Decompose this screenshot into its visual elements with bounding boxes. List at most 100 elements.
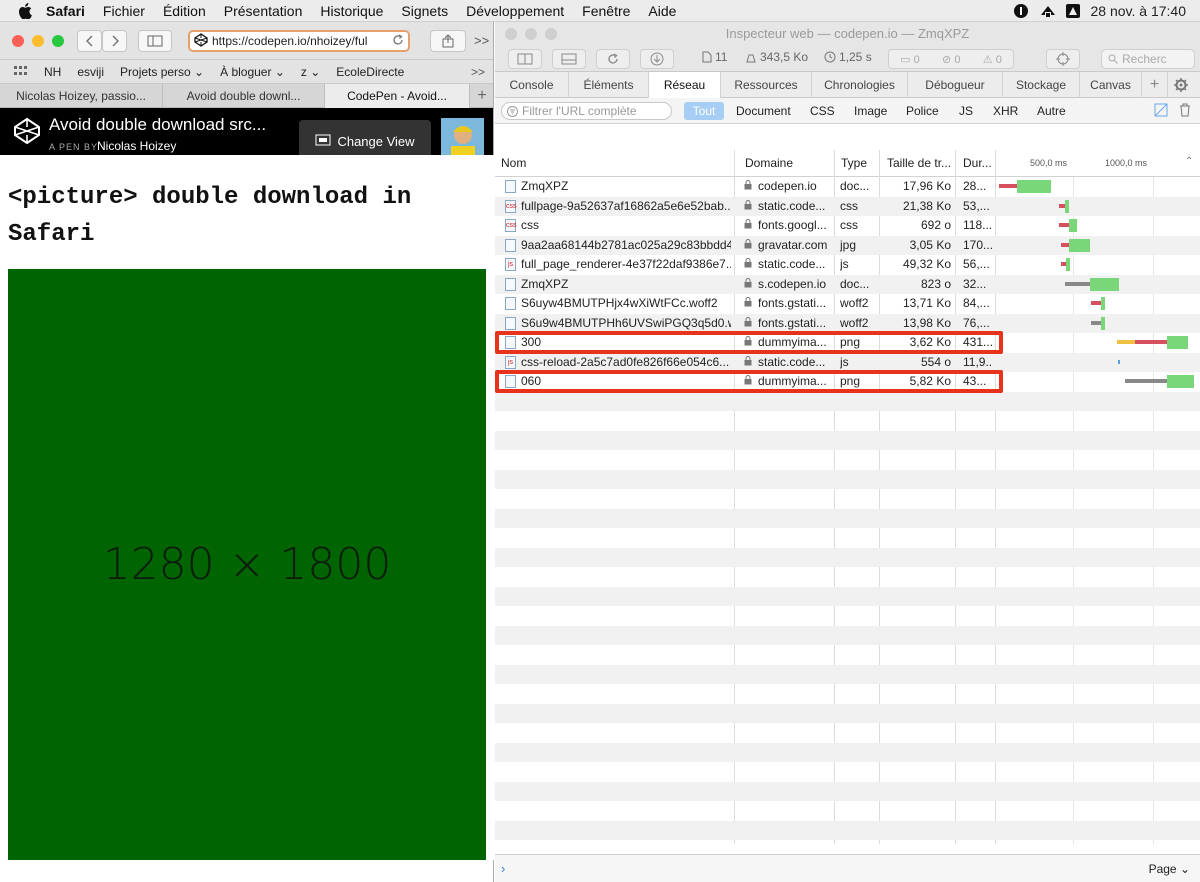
request-domain: static.code...	[744, 255, 832, 275]
placeholder-image: 1280 × 1800	[8, 269, 486, 860]
table-row[interactable]: S6uyw4BMUTPHjx4wXiWtFCc.woff2 fonts.gstat…	[495, 294, 1200, 314]
bookmark-projets-perso[interactable]: Projets perso ⌄	[120, 65, 204, 79]
console-prompt-icon[interactable]: ›	[501, 861, 505, 876]
tab-resources[interactable]: Ressources	[721, 72, 812, 98]
menu-historique[interactable]: Historique	[320, 3, 383, 19]
column-type[interactable]: Type	[835, 150, 880, 177]
column-domain[interactable]: Domaine	[739, 150, 835, 177]
forward-button[interactable]	[102, 30, 127, 52]
tab-storage[interactable]: Stockage	[1003, 72, 1080, 98]
empty-row	[495, 508, 1200, 528]
codepen-logo-icon[interactable]	[13, 117, 41, 148]
menu-fichier[interactable]: Fichier	[103, 3, 145, 19]
waterfall-bar	[1090, 277, 1119, 291]
tab-avoid-double[interactable]: Avoid double downl...	[163, 84, 325, 108]
vpn-icon[interactable]	[1039, 3, 1055, 19]
clear-trash-icon[interactable]	[1179, 103, 1191, 120]
dock-side-icon[interactable]	[508, 49, 542, 69]
filter-document[interactable]: Document	[730, 102, 797, 120]
menu-fenetre[interactable]: Fenêtre	[582, 3, 630, 19]
settings-gear-icon[interactable]	[1168, 72, 1194, 98]
bookmark-z[interactable]: z ⌄	[301, 65, 320, 79]
new-tab-button[interactable]: +	[470, 84, 494, 108]
menu-developpement[interactable]: Développement	[466, 3, 564, 19]
back-button[interactable]	[77, 30, 102, 52]
drive-icon[interactable]	[1065, 3, 1081, 19]
tab-nicolas-hoizey[interactable]: Nicolas Hoizey, passio...	[0, 84, 163, 108]
page-context-selector[interactable]: Page ⌄	[1149, 862, 1190, 876]
menu-edition[interactable]: Édition	[163, 3, 206, 19]
bookmark-esviji[interactable]: esviji	[77, 65, 104, 79]
tab-codepen[interactable]: CodePen - Avoid...	[325, 84, 470, 108]
address-bar[interactable]: https://codepen.io/nhoizey/ful	[188, 30, 410, 52]
waterfall-bar	[1069, 219, 1077, 232]
table-row[interactable]: 9aa2aa68144b2781ac025a29c83bbdd4 gravatar…	[495, 235, 1200, 255]
tab-canvas[interactable]: Canvas	[1080, 72, 1142, 98]
request-type: doc...	[840, 179, 870, 193]
minimize-window-button[interactable]	[32, 35, 44, 47]
tick-500ms: 500,0 ms	[1030, 158, 1068, 168]
add-tab-icon[interactable]: +	[1142, 72, 1168, 98]
inspector-minimize-button[interactable]	[525, 28, 537, 40]
download-icon[interactable]	[640, 49, 674, 69]
table-row[interactable]: css css fonts.googl... css 692 o 118...	[495, 216, 1200, 236]
errors-value: 0	[913, 53, 920, 66]
inspector-search-input[interactable]: Recherc	[1101, 49, 1195, 69]
warnings-value: 0	[954, 53, 961, 66]
request-domain: s.codepen.io	[744, 275, 832, 295]
bookmark-a-bloguer[interactable]: À bloguer ⌄	[220, 65, 285, 79]
url-filter-input[interactable]: Filtrer l'URL complète	[501, 102, 672, 120]
filter-icon	[507, 105, 518, 117]
disable-cache-icon[interactable]	[1154, 103, 1168, 120]
network-filter-bar: Filtrer l'URL complète Tout Document CSS…	[495, 98, 1200, 124]
tab-timelines[interactable]: Chronologies	[812, 72, 908, 98]
console-stats[interactable]: ▭ 0 ⊘ 0 ⚠ 0	[888, 49, 1014, 69]
filter-image[interactable]: Image	[848, 102, 893, 120]
table-row[interactable]: js full_page_renderer-4e37f22daf9386e7...…	[495, 255, 1200, 275]
filter-all[interactable]: Tout	[684, 102, 724, 120]
tab-network[interactable]: Réseau	[649, 72, 721, 98]
menubar-datetime[interactable]: 28 nov. à 17:40	[1091, 3, 1186, 19]
filter-js[interactable]: JS	[953, 102, 979, 120]
menu-safari[interactable]: Safari	[46, 3, 85, 19]
table-row[interactable]: ZmqXPZ s.codepen.io doc... 823 o 32...	[495, 274, 1200, 295]
bookmark-ecoledirecte[interactable]: EcoleDirecte	[336, 65, 404, 79]
1password-icon[interactable]	[1013, 3, 1029, 19]
share-button[interactable]	[430, 30, 466, 52]
filter-xhr[interactable]: XHR	[987, 102, 1024, 120]
tab-elements[interactable]: Éléments	[569, 72, 649, 98]
console-errors: ▭ 0	[900, 53, 920, 66]
filter-css[interactable]: CSS	[804, 102, 841, 120]
menu-presentation[interactable]: Présentation	[224, 3, 303, 19]
column-size[interactable]: Taille de tr...	[881, 150, 956, 177]
target-icon[interactable]	[1046, 49, 1080, 69]
table-row[interactable]: ZmqXPZ codepen.io doc... 17,96 Ko 28...	[495, 177, 1200, 197]
menu-signets[interactable]: Signets	[401, 3, 448, 19]
column-name[interactable]: Nom	[495, 150, 735, 177]
tab-console[interactable]: Console	[495, 72, 569, 98]
inspector-zoom-button[interactable]	[545, 28, 557, 40]
inspector-titlebar: Inspecteur web — codepen.io — ZmqXPZ	[495, 22, 1200, 46]
bookmark-nh[interactable]: NH	[44, 65, 61, 79]
column-duration[interactable]: Dur...	[957, 150, 996, 177]
more-toolbar-icon[interactable]: >>	[474, 33, 489, 48]
sidebar-button[interactable]	[138, 30, 172, 52]
table-row[interactable]: css fullpage-9a52637af16862a5e6e52bab... s…	[495, 196, 1200, 216]
filter-font[interactable]: Police	[900, 102, 945, 120]
reload-icon[interactable]	[392, 33, 404, 49]
apple-icon[interactable]	[18, 2, 34, 19]
empty-row	[495, 625, 1200, 645]
waterfall-bar	[1135, 340, 1167, 344]
zoom-window-button[interactable]	[52, 35, 64, 47]
filter-other[interactable]: Autre	[1031, 102, 1072, 120]
author-link[interactable]: Nicolas Hoizey	[97, 139, 176, 153]
close-window-button[interactable]	[12, 35, 24, 47]
grid-icon[interactable]	[14, 65, 28, 79]
sort-chevron-icon[interactable]: ⌃	[1185, 156, 1193, 167]
inspector-close-button[interactable]	[505, 28, 517, 40]
menu-aide[interactable]: Aide	[648, 3, 676, 19]
dock-bottom-icon[interactable]	[552, 49, 586, 69]
more-bookmarks-icon[interactable]: >>	[471, 65, 485, 79]
reload-page-icon[interactable]	[596, 49, 630, 69]
tab-debugger[interactable]: Débogueur	[908, 72, 1003, 98]
